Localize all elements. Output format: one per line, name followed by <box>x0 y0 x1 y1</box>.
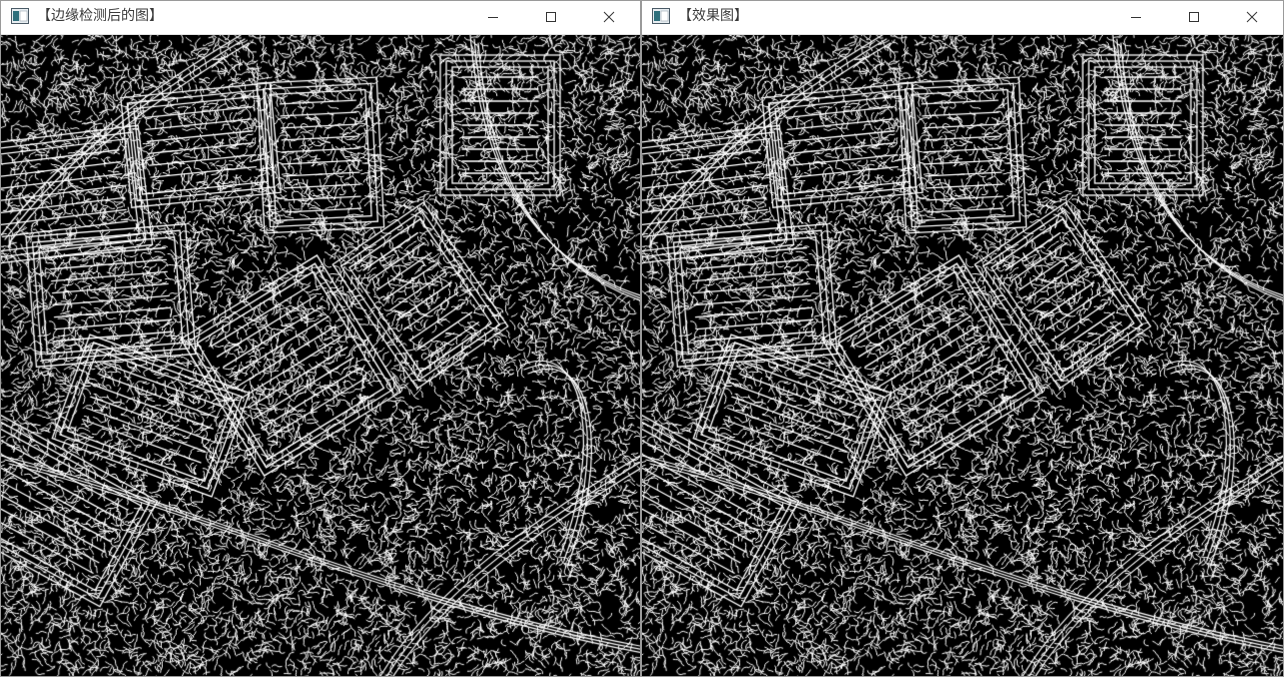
close-button[interactable] <box>580 1 638 32</box>
edge-image-canvas <box>1 35 640 676</box>
maximize-icon <box>1188 11 1200 23</box>
close-icon <box>1246 11 1258 23</box>
close-button[interactable] <box>1223 1 1281 32</box>
window-result[interactable]: 【效果图】 <box>641 0 1284 677</box>
maximize-button[interactable] <box>522 1 580 32</box>
title-bar[interactable]: 【效果图】 <box>642 1 1283 35</box>
window-title: 【效果图】 <box>678 8 748 24</box>
maximize-button[interactable] <box>1165 1 1223 32</box>
minimize-icon <box>487 11 499 23</box>
app-window-icon <box>11 8 29 24</box>
window-edge-detection[interactable]: 【边缘检测后的图】 <box>0 0 641 677</box>
app-window-icon <box>652 8 670 24</box>
result-image-canvas <box>642 35 1283 676</box>
maximize-icon <box>545 11 557 23</box>
window-title: 【边缘检测后的图】 <box>37 8 163 24</box>
minimize-button[interactable] <box>464 1 522 32</box>
minimize-icon <box>1130 11 1142 23</box>
close-icon <box>603 11 615 23</box>
title-bar[interactable]: 【边缘检测后的图】 <box>1 1 640 35</box>
minimize-button[interactable] <box>1107 1 1165 32</box>
edge-map-image <box>1 35 640 676</box>
result-image <box>642 35 1283 676</box>
